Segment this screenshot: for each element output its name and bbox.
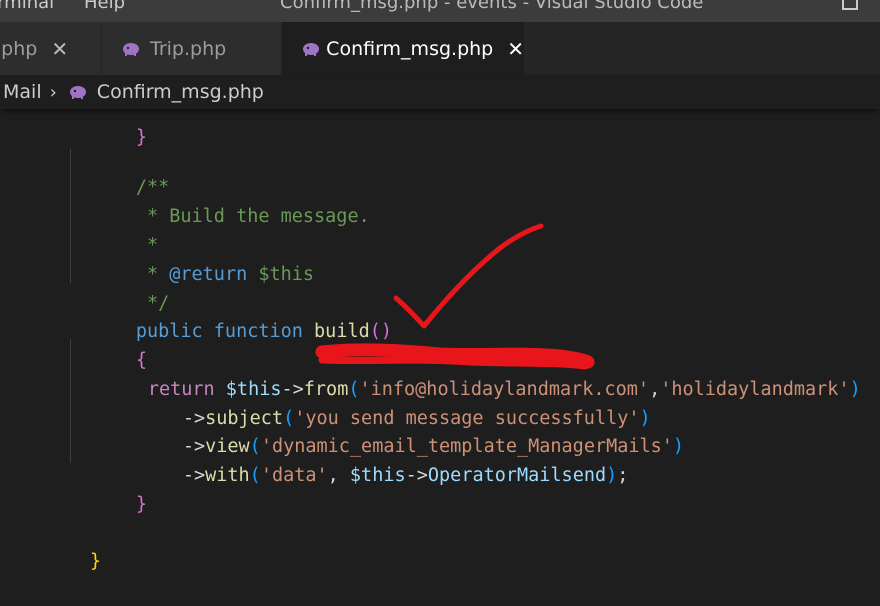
code-line: * @return $this — [69, 231, 314, 285]
chevron-right-icon: › — [49, 81, 57, 103]
code-line: ->subject('you send message successfully… — [116, 375, 651, 429]
code-line: public function build() — [69, 288, 392, 342]
close-icon[interactable]: ✕ — [51, 37, 68, 61]
paren: ) — [849, 379, 861, 400]
punctuation: , — [327, 465, 350, 486]
code-line: } — [69, 109, 147, 148]
menu-help[interactable]: Help — [84, 0, 125, 13]
title-bar: erminal Help Confirm_msg.php - events - … — [0, 0, 880, 22]
string: 'holidaylandmark' — [660, 379, 850, 400]
php-elephant-icon — [122, 42, 140, 56]
close-icon[interactable]: ✕ — [507, 37, 524, 61]
property: OperatorMailsend — [427, 465, 607, 486]
tab-confirm-msg-php[interactable]: Confirm_msg.php ✕ — [282, 22, 524, 75]
code-editor[interactable]: } /** * Build the message. * * @return $… — [0, 109, 880, 606]
closing-brace: } — [135, 494, 147, 515]
code-line: } — [23, 518, 101, 572]
closing-brace: } — [89, 551, 101, 572]
tab-label: Confirm_msg.php — [326, 37, 494, 60]
breadcrumb: Mail › Confirm_msg.php — [0, 75, 880, 109]
doc-tag: @return — [169, 264, 248, 285]
string: 'data' — [260, 465, 328, 486]
php-elephant-icon — [302, 42, 319, 56]
tab-te-php[interactable]: te.php ✕ — [0, 22, 101, 75]
method-name: with — [205, 465, 250, 486]
paren: ( — [369, 321, 381, 342]
paren: ( — [249, 465, 261, 486]
doc-comment: * Build the message. — [135, 206, 370, 227]
code-line: */ — [69, 260, 169, 314]
variable: $this — [349, 465, 406, 486]
paren: ) — [672, 436, 685, 457]
keyword: function — [213, 321, 303, 342]
code-line: * Build the message. — [69, 173, 370, 227]
tab-trip-php[interactable]: Trip.php — [101, 22, 281, 75]
code-line: * — [69, 202, 158, 256]
php-elephant-icon — [69, 85, 87, 99]
layout-toggle-icon[interactable] — [842, 0, 858, 10]
breadcrumb-item-file[interactable]: Confirm_msg.php — [97, 81, 264, 103]
code-line: return $this->from('info@holidaylandmark… — [81, 346, 861, 400]
code-line: ->with('data', $this->OperatorMailsend); — [116, 432, 629, 486]
punctuation: , — [649, 379, 661, 400]
code-line: } — [69, 461, 147, 515]
code-line: { — [69, 317, 147, 371]
punctuation: ; — [617, 465, 629, 486]
function-name: build — [314, 321, 370, 342]
paren: ) — [606, 465, 618, 486]
window-title: Confirm_msg.php - events - Visual Studio… — [280, 0, 704, 13]
editor-tab-strip: te.php ✕ Trip.php Confirm_msg.php ✕ — [0, 22, 880, 75]
menu-terminal[interactable]: erminal — [0, 0, 54, 13]
breadcrumb-item-mail[interactable]: Mail — [3, 81, 42, 103]
code-line: /** — [69, 144, 169, 198]
operator: -> — [182, 465, 206, 486]
code-line: ->view('dynamic_email_template_ManagerMa… — [116, 403, 684, 457]
operator: -> — [405, 465, 428, 486]
doc-comment: $this — [247, 264, 315, 285]
vscode-window: erminal Help Confirm_msg.php - events - … — [0, 0, 880, 606]
paren: ) — [380, 321, 393, 342]
tab-label: Trip.php — [150, 37, 227, 60]
tab-label: te.php — [0, 37, 38, 60]
